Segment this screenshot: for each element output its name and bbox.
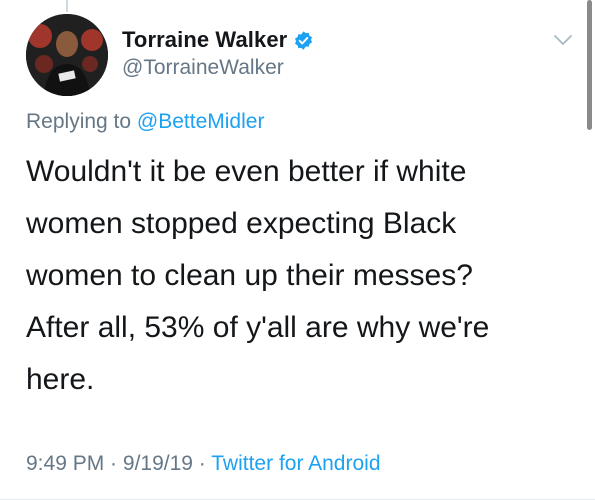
tweet-card: Torraine Walker @TorraineWalker Replying… (0, 0, 595, 500)
thread-connector-line (66, 0, 68, 12)
tweet-text: Wouldn't it be even better if white wome… (26, 146, 546, 406)
tweet-time[interactable]: 9:49 PM (26, 452, 104, 475)
avatar[interactable] (26, 14, 108, 96)
handle[interactable]: @TorraineWalker (122, 56, 314, 80)
tweet-text-line: women to clean up their messes? (26, 259, 473, 292)
verified-badge-icon (293, 30, 314, 51)
display-name[interactable]: Torraine Walker (122, 27, 287, 53)
replying-to-prefix: Replying to (26, 110, 137, 133)
tweet-date[interactable]: 9/19/19 (123, 452, 193, 475)
author-block[interactable]: Torraine Walker @TorraineWalker (122, 26, 314, 80)
avatar-image (26, 14, 108, 96)
tweet-text-line: After all, 53% of y'all are why we're (26, 311, 490, 344)
tweet-text-line: Wouldn't it be even better if white (26, 155, 467, 188)
reply-mention-link[interactable]: @BetteMidler (137, 110, 265, 133)
tweet-source-link[interactable]: Twitter for Android (211, 452, 380, 475)
scrollbar[interactable] (587, 0, 592, 130)
tweet-text-line: here. (26, 363, 95, 396)
meta-separator: · (104, 452, 123, 475)
meta-separator: · (192, 452, 212, 475)
tweet-text-line: women stopped expecting Black (26, 207, 457, 240)
tweet-meta: 9:49 PM · 9/19/19 · Twitter for Android (26, 452, 381, 476)
chevron-down-icon[interactable] (553, 33, 573, 47)
replying-to: Replying to @BetteMidler (26, 110, 264, 134)
